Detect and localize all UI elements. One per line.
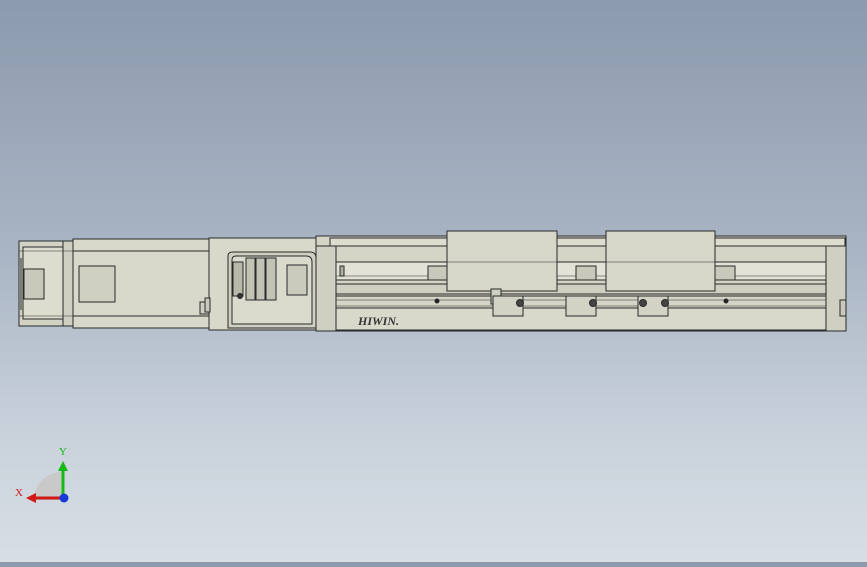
triad-quadrant <box>34 472 62 500</box>
brand-label: HIWIN. <box>357 314 399 328</box>
cad-viewport[interactable]: HIWIN. X Y <box>0 0 867 562</box>
x-axis-label: X <box>15 487 23 499</box>
y-arrow-head <box>58 461 68 471</box>
carriage-block-1[interactable] <box>446 230 558 292</box>
coordinate-triad: X Y <box>15 446 69 503</box>
carriage-block-2[interactable] <box>605 230 716 292</box>
y-axis-label: Y <box>59 446 67 458</box>
coupling-housing[interactable] <box>204 237 317 331</box>
x-arrow-head <box>26 493 36 503</box>
servo-motor[interactable] <box>18 238 210 329</box>
graphics-area[interactable]: HIWIN. X Y <box>0 0 867 562</box>
linear-actuator-model[interactable] <box>18 230 847 332</box>
z-axis-dot <box>59 493 69 503</box>
